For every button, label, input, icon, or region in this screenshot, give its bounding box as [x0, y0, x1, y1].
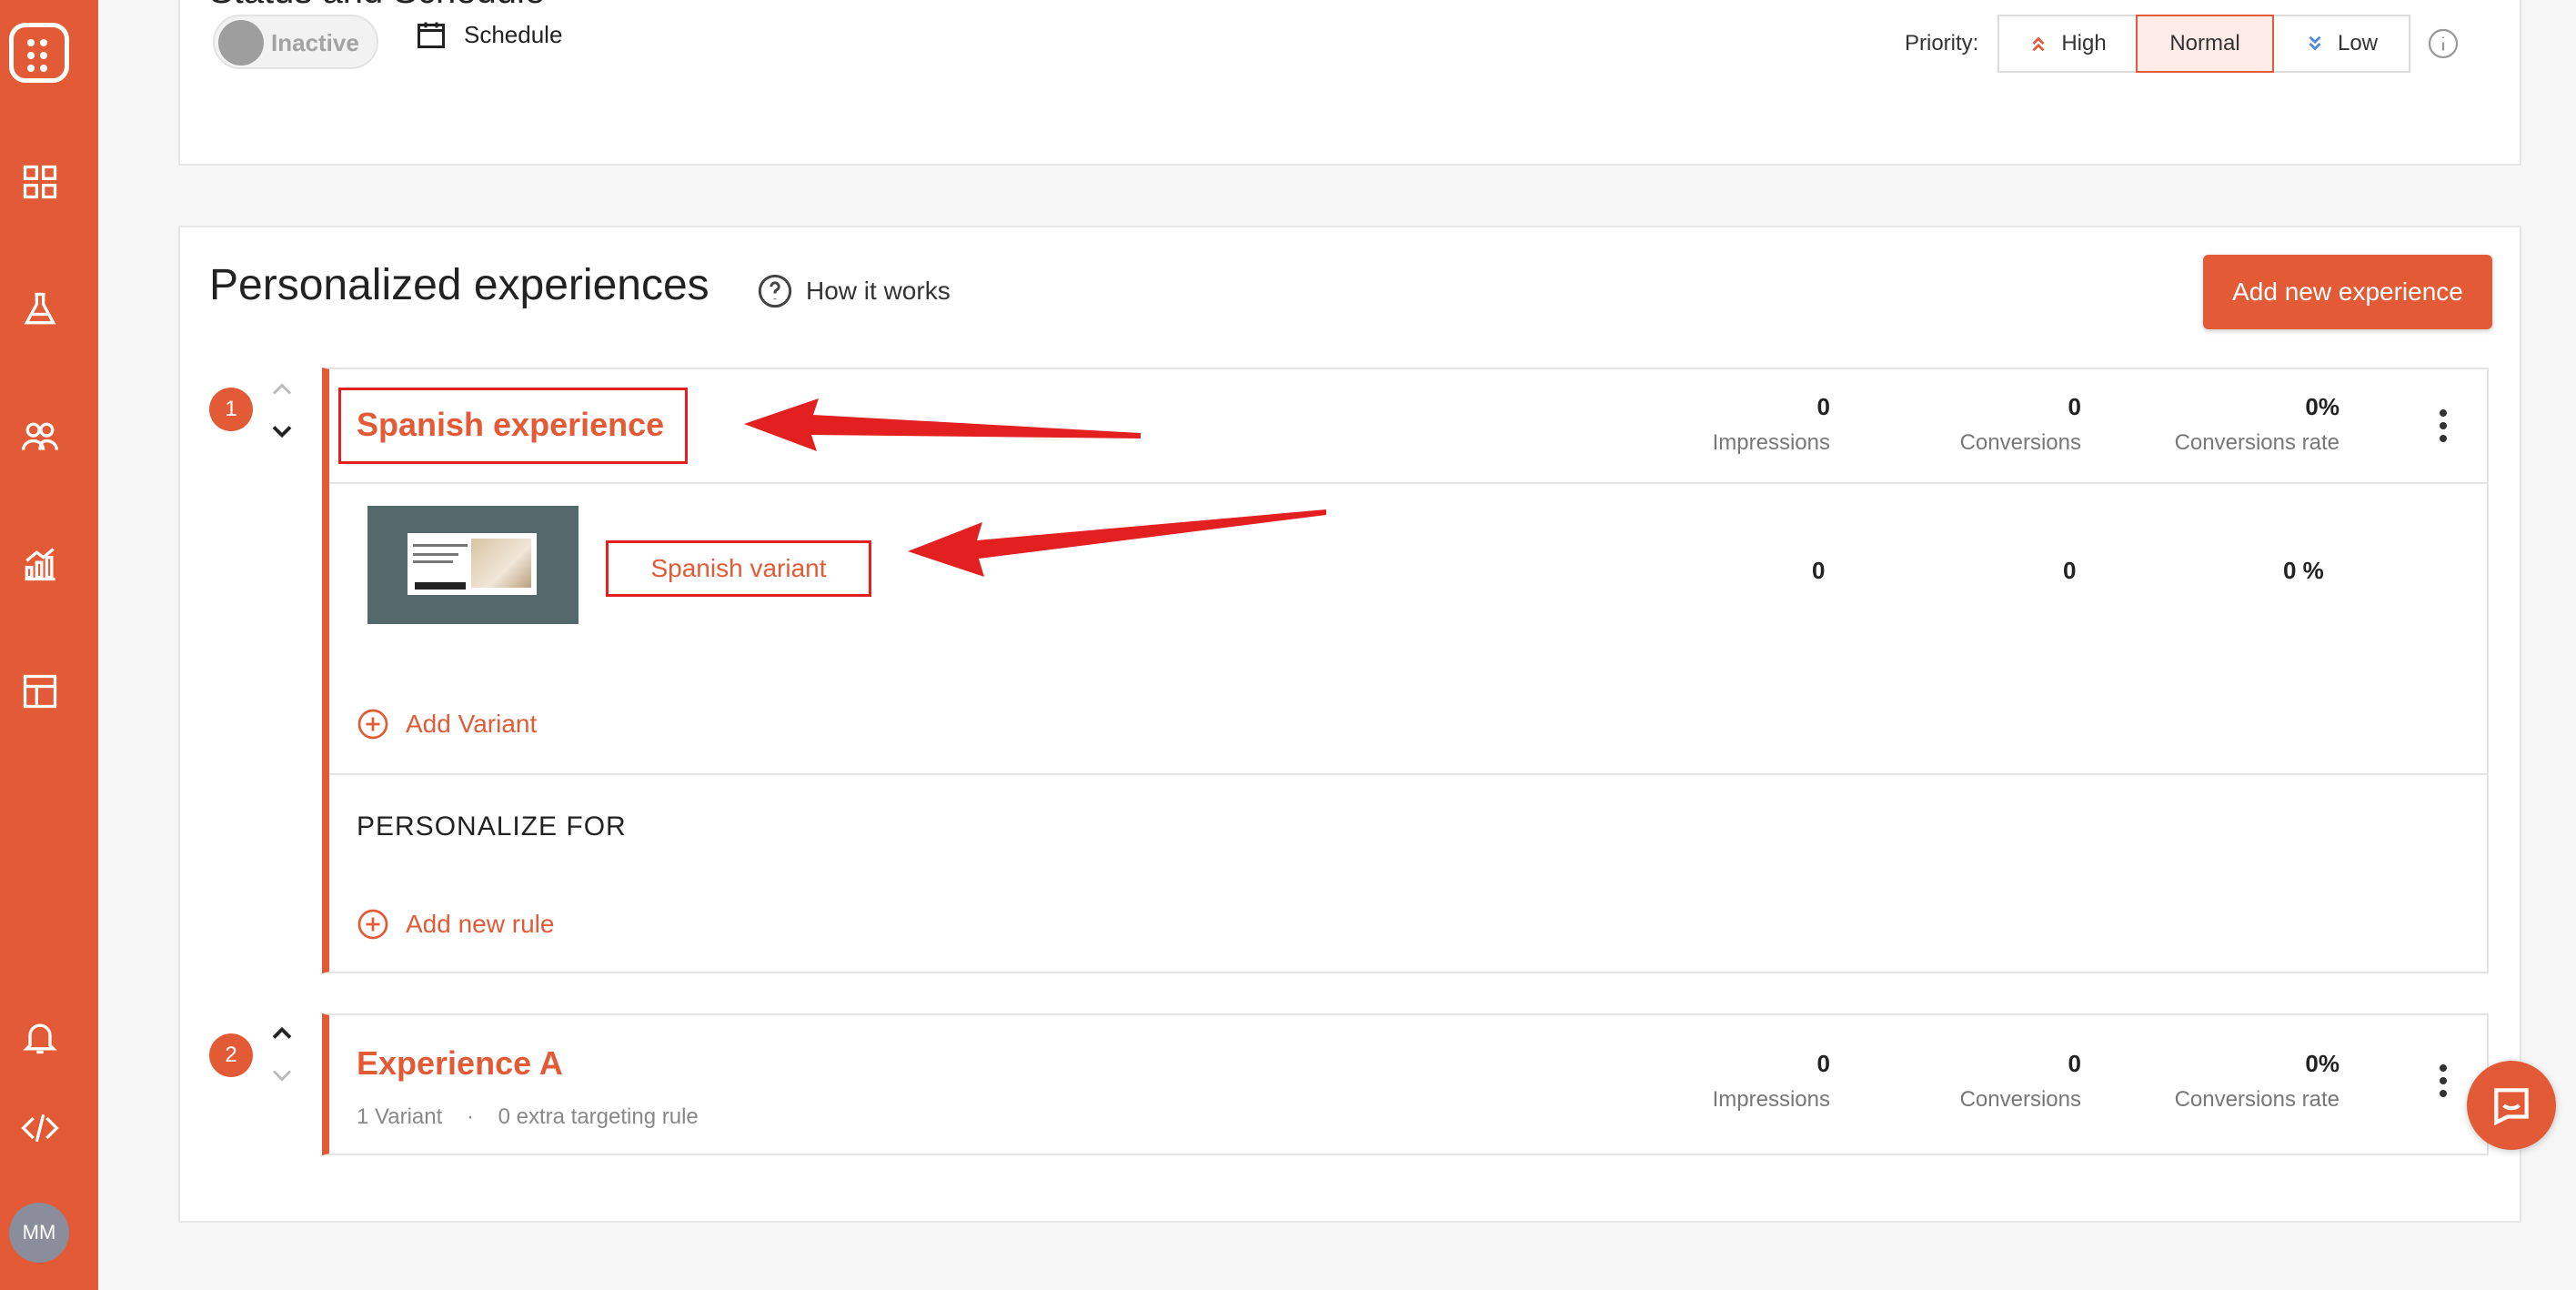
annotation-arrows [744, 398, 1326, 577]
chat-icon [2494, 1088, 2529, 1126]
chat-launcher[interactable] [2467, 1061, 2556, 1150]
annotation-arrow [908, 509, 1326, 577]
annotation-arrow [744, 398, 1141, 451]
